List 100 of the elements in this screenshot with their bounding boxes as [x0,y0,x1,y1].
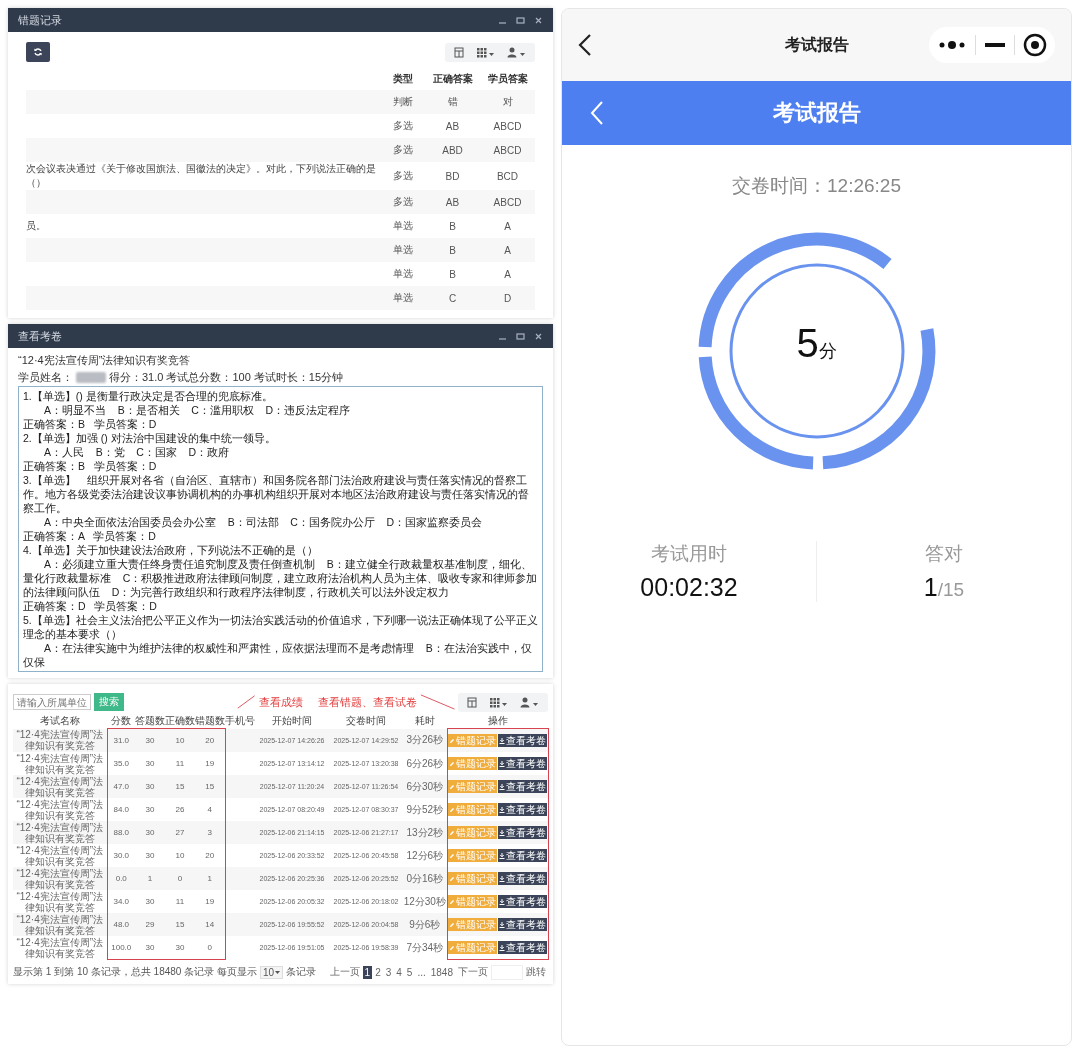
table-cell: 30.0 [113,851,130,860]
options-text: A：在法律实施中为维护法律的权威性和严肃性，应依据法理而不是考虑情理 B：在法治实践中，仅仅保 [23,641,533,669]
page-button[interactable]: 4 [394,965,404,979]
table-cell: “12·4宪法宣传周”法律知识有奖竞答 [16,798,104,821]
table-cell: 35.0 [113,759,130,768]
more-icon[interactable] [937,40,967,50]
table-cell: 单选 [392,268,413,279]
view-paper-button[interactable]: 查看考卷 [498,849,547,862]
maximize-icon[interactable] [516,15,525,25]
table-cell: 30 [145,897,155,906]
options-text: A：必须建立重大责任终身责任追究制度及责任倒查机制 B：建立健全行政裁量权基准制度，细化、量化行政裁量标准 C：积极推进政府法律顾问制度，建立政府法治机构人员为主体、吸收专家和律师参加的法律顾问队伍 D：为完善行政组织和行政程序法律制度，行政机关可以法外设定权力 [23,557,538,599]
table-cell: 多选 [392,170,413,181]
view-paper-button[interactable]: 查看考卷 [498,826,547,839]
page-button[interactable]: 3 [383,965,394,979]
table-cell: ABCD [493,196,522,208]
table-cell: 14 [205,920,215,929]
table-cell: 1 [147,874,153,883]
table-cell: ABD [442,144,463,156]
answer-text: 正确答案：D 学员答案：D [23,599,158,613]
question-text: 员。 [26,220,46,231]
stat-label: 考试用时 [651,542,727,566]
table-cell: 1 [207,874,212,883]
table-cell: 11 [175,897,185,906]
table-cell: 3 [207,828,212,837]
exam-title: “12·4宪法宣传周”法律知识有奖竞答 [18,353,192,368]
table-cell: 9分6秒 [409,918,441,930]
table-cell: 34.0 [113,897,130,906]
page-button[interactable]: ... [415,965,428,979]
table-cell: 0.0 [115,874,127,883]
window-title: 查看考卷 [18,328,62,344]
table-cell: C [448,292,457,304]
column-header: 手机号 [225,714,255,729]
table-cell: ABCD [493,120,522,132]
page-button[interactable]: 1 [362,965,373,979]
table-cell: 30 [145,851,155,860]
records-summary: 显示第 1 到第 10 条记录，总共 18480 条记录 每页显示 [13,965,257,979]
table-cell: A [504,244,511,256]
table-cell: 27 [175,828,185,837]
jump-button[interactable]: 跳转 [524,964,548,980]
page-button[interactable]: 2 [373,965,383,979]
table-cell: 30 [145,805,155,814]
page-button[interactable]: 上一页 [327,964,362,980]
table-cell: “12·4宪法宣传周”法律知识有奖竞答 [16,890,104,913]
table-cell: B [449,268,456,280]
view-paper-button[interactable]: 查看考卷 [498,941,547,954]
column-header: 分数 [107,714,135,729]
table-cell: “12·4宪法宣传周”法律知识有奖竞答 [16,913,104,936]
grid-icon [489,696,508,708]
page-button[interactable]: 1848 [428,965,455,979]
table-cell: 10 [175,851,185,860]
table-cell: “12·4宪法宣传周”法律知识有奖竞答 [16,867,104,890]
view-paper-button[interactable]: 查看考卷 [498,734,547,747]
back-icon[interactable] [578,33,592,57]
score-value: 5 [796,321,819,366]
stat-label: 答对 [925,542,963,566]
maximize-icon[interactable] [516,331,525,341]
view-paper-button[interactable]: 查看考卷 [498,895,547,908]
minimize-icon[interactable] [984,42,1006,48]
person-icon [520,696,539,708]
refresh-button[interactable] [26,42,50,62]
table-cell: “12·4宪法宣传周”法律知识有奖竞答 [16,775,104,798]
page-button[interactable]: 下一页 [456,964,490,980]
table-cell: 30 [145,759,155,768]
page-size-select[interactable]: 10 [259,965,284,979]
download-icon [499,921,505,928]
question-text: 4.【单选】关于加快建设法治政府，下列说法不正确的是（） [23,543,319,557]
page-button[interactable]: 5 [404,965,415,979]
table-cell: 84.0 [113,805,130,814]
question-text: 2.【单选】加强 () 对法治中国建设的集中统一领导。 [23,431,277,445]
view-paper-button[interactable]: 查看考卷 [498,918,547,931]
close-target-icon[interactable] [1023,33,1047,57]
table-cell: 26 [175,805,185,814]
score-info: 得分：31.0 考试总分数：100 考试时长：15分钟 [109,370,344,385]
view-paper-button[interactable]: 查看考卷 [498,757,547,770]
table-cell: 88.0 [113,828,130,837]
options-text: A：明显不当 B：是否相关 C：滥用职权 D：违反法定程序 [43,403,352,417]
table-cell: AB [445,196,460,208]
table-cell: 100.0 [111,943,132,952]
table-cell: “12·4宪法宣传周”法律知识有奖竞答 [16,821,104,844]
view-paper-button[interactable]: 查看考卷 [498,780,547,793]
view-paper-button[interactable]: 查看考卷 [498,872,547,885]
download-icon [499,783,505,790]
column-header: 学员答案 [480,68,535,90]
question-text: 3.【单选】 组织开展对各省（自治区、直辖市）和国务院各部门法治政府建设与责任落实情况的督察工作。地方各级党委法治建设议事协调机构的办事机构组织开展对本地区法治政府建设与责任落实情况的督察工作。 [23,473,530,515]
view-paper-button[interactable]: 查看考卷 [498,803,547,816]
table-cell: A [504,220,511,232]
edit-icon [449,737,455,744]
table-icon [454,46,464,58]
edit-icon [449,944,455,951]
close-icon[interactable] [534,15,543,25]
column-header: 开始时间 [255,714,329,729]
redacted-name [76,372,106,383]
table-cell: 29 [145,920,155,929]
column-header: 类型 [380,68,425,90]
download-icon [499,737,505,744]
search-field[interactable]: 请输入所属单位 [13,694,91,710]
column-header: 耗时 [403,714,447,729]
person-icon [507,46,526,58]
close-icon[interactable] [534,331,543,341]
table-cell: 19 [205,897,215,906]
